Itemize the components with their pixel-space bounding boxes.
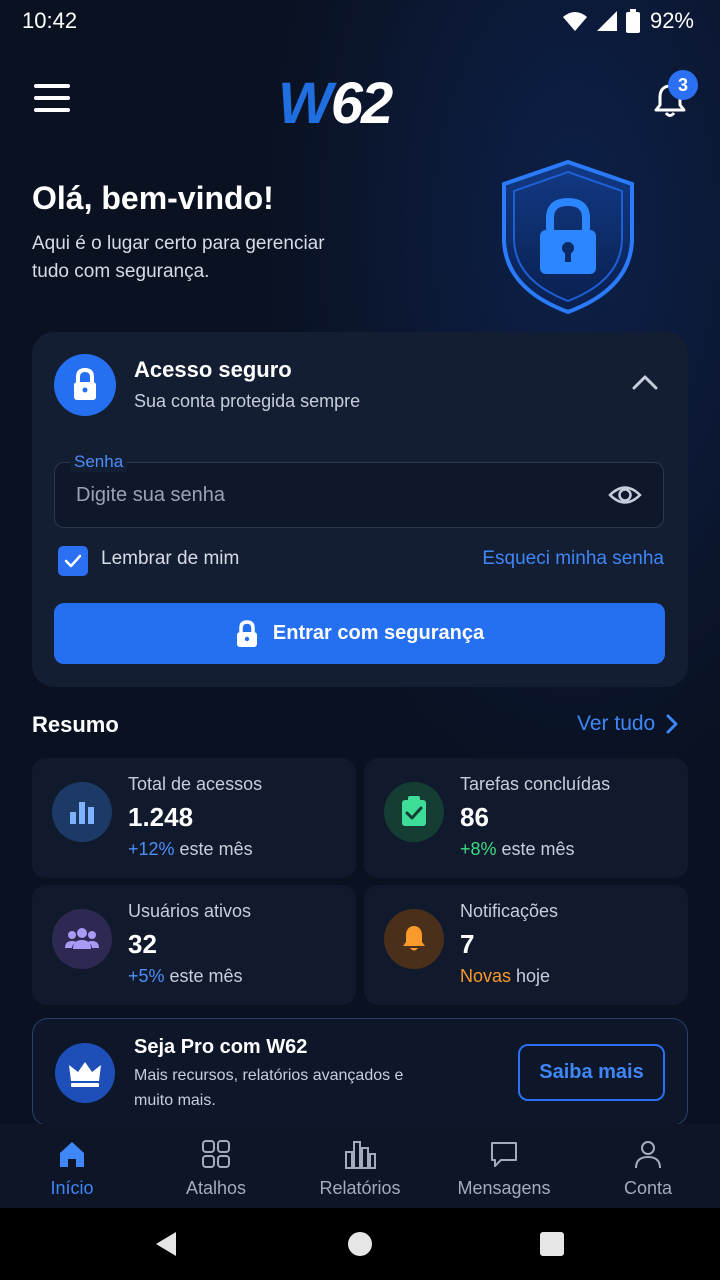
stat-card-total-access[interactable]: Total de acessos 1.248 +12% este mês [32, 758, 356, 878]
secure-login-button[interactable]: Entrar com segurança [54, 603, 665, 664]
nav-label: Início [50, 1178, 94, 1198]
stat-trend: +8% este mês [460, 839, 575, 860]
bottom-nav: Início Atalhos Relatórios Mensagens Cont… [0, 1124, 720, 1208]
lock-icon [54, 354, 116, 416]
notification-badge: 3 [668, 70, 698, 100]
lock-icon [236, 619, 257, 647]
eye-icon[interactable] [608, 480, 642, 510]
secure-login-label: Entrar com segurança [272, 622, 485, 644]
user-icon [635, 1141, 661, 1169]
stat-trend: Novas hoje [460, 966, 550, 987]
nav-label: Atalhos [185, 1178, 247, 1198]
stat-card-active-users[interactable]: Usuários ativos 32 +5% este mês [32, 885, 356, 1005]
stat-delta: Novas [460, 966, 512, 986]
stat-suffix: hoje [511, 966, 551, 986]
app-logo: W62 [278, 71, 393, 136]
stat-value: 7 [460, 929, 475, 959]
stat-delta: +5% [128, 966, 165, 986]
stat-value: 32 [128, 929, 157, 959]
bar-chart-icon [52, 782, 112, 842]
nav-item-messages[interactable]: Mensagens [432, 1124, 576, 1208]
bars-icon [345, 1141, 376, 1169]
clipboard-check-icon [384, 782, 444, 842]
stat-suffix: este mês [164, 966, 243, 986]
back-icon[interactable] [154, 1231, 178, 1257]
stat-label: Notificações [460, 901, 559, 921]
password-label: Senha [70, 452, 128, 472]
home-button-icon[interactable] [348, 1232, 372, 1256]
stat-delta: +12% [128, 839, 175, 859]
stat-card-tasks[interactable]: Tarefas concluídas 86 +8% este mês [364, 758, 688, 878]
app-header: W62 3 [0, 60, 720, 136]
stat-value: 1.248 [128, 802, 194, 832]
stat-card-notifications[interactable]: Notificações 7 Novas hoje [364, 885, 688, 1005]
remember-label[interactable]: Lembrar de mim [101, 548, 239, 570]
status-time: 10:42 [22, 8, 78, 33]
grid-icon [202, 1140, 230, 1168]
nav-label: Relatórios [319, 1178, 401, 1198]
pro-banner: Seja Pro com W62 Mais recursos, relatóri… [32, 1018, 688, 1126]
battery-icon [625, 9, 640, 33]
wifi-icon [562, 12, 587, 31]
see-all-link[interactable]: Ver tudo [577, 712, 679, 736]
stat-delta: +8% [460, 839, 497, 859]
stat-trend: +5% este mês [128, 966, 243, 987]
pro-description: Mais recursos, relatórios avançados e mu… [134, 1067, 404, 1109]
stat-label: Total de acessos [128, 774, 263, 794]
chevron-up-icon[interactable] [630, 368, 660, 398]
see-all-label: Ver tudo [577, 712, 656, 735]
nav-item-account[interactable]: Conta [576, 1124, 720, 1208]
status-icons: 92% [562, 8, 694, 34]
app-screen: 10:42 92% W62 3 Olá, bem-vindo! Aqui é o… [0, 0, 720, 1280]
card-title: Acesso seguro [134, 357, 292, 382]
nav-label: Conta [623, 1178, 673, 1198]
battery-percent: 92% [649, 8, 694, 33]
secure-access-card: Acesso seguro Sua conta protegida sempre… [32, 332, 688, 687]
chevron-right-icon [666, 714, 678, 734]
summary-title: Resumo [32, 712, 119, 737]
users-icon [52, 909, 112, 969]
stat-suffix: este mês [174, 839, 253, 859]
nav-label: Mensagens [457, 1178, 551, 1198]
welcome-title: Olá, bem-vindo! [32, 180, 274, 216]
checkmark-icon [64, 554, 82, 568]
forgot-password-link[interactable]: Esqueci minha senha [482, 548, 664, 570]
learn-more-button[interactable]: Saiba mais [518, 1044, 665, 1101]
menu-icon[interactable] [34, 84, 70, 112]
shield-lock-icon [478, 150, 658, 330]
stat-value: 86 [460, 802, 489, 832]
nav-item-reports[interactable]: Relatórios [288, 1124, 432, 1208]
pro-title: Seja Pro com W62 [134, 1036, 308, 1058]
system-nav-bar [0, 1208, 720, 1280]
nav-item-home[interactable]: Início [0, 1124, 144, 1208]
stat-label: Tarefas concluídas [460, 774, 611, 794]
recent-apps-icon[interactable] [540, 1232, 564, 1256]
stat-label: Usuários ativos [128, 901, 252, 921]
status-bar: 10:42 92% [0, 0, 720, 44]
home-icon [60, 1142, 84, 1167]
chat-icon [491, 1142, 517, 1167]
welcome-subtitle: Aqui é o lugar certo para gerenciar tudo… [32, 233, 325, 282]
stat-suffix: este mês [496, 839, 575, 859]
card-subtitle: Sua conta protegida sempre [134, 391, 361, 411]
bell-icon [384, 909, 444, 969]
crown-icon [55, 1043, 115, 1103]
signal-icon [596, 11, 617, 31]
stat-trend: +12% este mês [128, 839, 253, 860]
remember-checkbox[interactable] [58, 546, 88, 576]
nav-item-shortcuts[interactable]: Atalhos [144, 1124, 288, 1208]
password-input[interactable] [76, 478, 576, 512]
